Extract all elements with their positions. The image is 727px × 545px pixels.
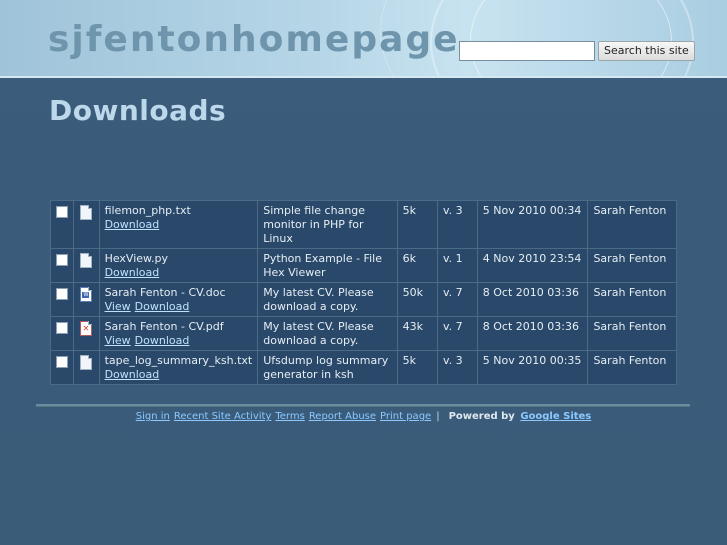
file-select-checkbox[interactable] bbox=[56, 254, 69, 266]
file-date: 4 Nov 2010 23:54 bbox=[477, 249, 589, 283]
file-size: 6k bbox=[397, 249, 438, 283]
file-row: tape_log_summary_ksh.txt Download Ufsdump … bbox=[50, 351, 677, 385]
footer-link-report-abuse[interactable]: Report Abuse bbox=[309, 411, 376, 422]
file-row: ✕ Sarah Fenton - CV.pdf View Download My lat… bbox=[50, 317, 677, 351]
site-header: sjfentonhomepage Search this site bbox=[0, 0, 727, 78]
file-description: Python Example - File Hex Viewer bbox=[258, 249, 398, 283]
file-date: 8 Oct 2010 03:36 bbox=[477, 283, 589, 317]
file-download-link[interactable]: Download bbox=[105, 266, 160, 279]
file-name: Sarah Fenton - CV.doc bbox=[104, 286, 226, 299]
file-name-cell: tape_log_summary_ksh.txt Download bbox=[99, 351, 259, 385]
footer-link-print-page[interactable]: Print page bbox=[380, 411, 431, 422]
file-icon-cell: ✕ bbox=[74, 317, 100, 351]
file-icon-cell bbox=[74, 200, 100, 249]
file-name: filemon_php.txt bbox=[104, 204, 191, 217]
file-view-link[interactable]: View bbox=[105, 334, 131, 347]
file-name-cell: filemon_php.txt Download bbox=[99, 200, 259, 249]
header-decoration bbox=[470, 0, 672, 76]
file-author: Sarah Fenton bbox=[588, 317, 677, 351]
file-description: My latest CV. Please download a copy. bbox=[258, 283, 398, 317]
file-date: 5 Nov 2010 00:34 bbox=[477, 200, 589, 249]
file-author: Sarah Fenton bbox=[588, 200, 677, 249]
file-download-link[interactable]: Download bbox=[135, 300, 190, 313]
file-select-cell bbox=[50, 317, 75, 351]
file-size: 43k bbox=[397, 317, 438, 351]
site-footer: Sign in Recent Site Activity Terms Report A… bbox=[0, 411, 727, 422]
text-file-icon bbox=[80, 205, 93, 220]
file-description: Simple file change monitor in PHP for Li… bbox=[258, 200, 398, 249]
file-row: HexView.py Download Python Example - File … bbox=[50, 249, 677, 283]
file-size: 5k bbox=[397, 200, 438, 249]
search-button[interactable]: Search this site bbox=[598, 41, 695, 61]
word-document-icon: W bbox=[80, 287, 93, 302]
powered-by-label: Powered by bbox=[448, 411, 515, 422]
file-download-link[interactable]: Download bbox=[105, 218, 160, 231]
footer-link-sign-in[interactable]: Sign in bbox=[136, 411, 170, 422]
file-select-checkbox[interactable] bbox=[56, 206, 69, 218]
file-select-checkbox[interactable] bbox=[56, 288, 69, 300]
file-name-cell: HexView.py Download bbox=[99, 249, 259, 283]
pdf-document-icon: ✕ bbox=[80, 321, 93, 336]
text-file-icon bbox=[80, 355, 93, 370]
search-input[interactable] bbox=[459, 41, 595, 61]
file-version: v. 7 bbox=[438, 317, 478, 351]
footer-separator: | bbox=[436, 411, 440, 422]
file-select-cell bbox=[50, 283, 75, 317]
google-sites-link[interactable]: Google Sites bbox=[520, 411, 591, 422]
file-description: Ufsdump log summary generator in ksh bbox=[258, 351, 398, 385]
file-size: 5k bbox=[397, 351, 438, 385]
file-name-cell: Sarah Fenton - CV.pdf View Download bbox=[99, 317, 259, 351]
file-name-cell: Sarah Fenton - CV.doc View Download bbox=[99, 283, 259, 317]
file-version: v. 1 bbox=[438, 249, 478, 283]
file-version: v. 7 bbox=[438, 283, 478, 317]
file-select-checkbox[interactable] bbox=[56, 356, 69, 368]
file-view-link[interactable]: View bbox=[105, 300, 131, 313]
powered-by: Powered by Google Sites bbox=[449, 411, 594, 422]
file-download-link[interactable]: Download bbox=[135, 334, 190, 347]
file-name: Sarah Fenton - CV.pdf bbox=[104, 320, 224, 333]
file-name: tape_log_summary_ksh.txt bbox=[104, 354, 253, 367]
page-title: Downloads bbox=[49, 94, 227, 127]
file-icon-cell: W bbox=[74, 283, 100, 317]
file-name: HexView.py bbox=[104, 252, 169, 265]
file-author: Sarah Fenton bbox=[588, 351, 677, 385]
footer-divider bbox=[36, 404, 690, 407]
file-size: 50k bbox=[397, 283, 438, 317]
file-version: v. 3 bbox=[438, 351, 478, 385]
file-version: v. 3 bbox=[438, 200, 478, 249]
file-row: W Sarah Fenton - CV.doc View Download My lat… bbox=[50, 283, 677, 317]
file-description: My latest CV. Please download a copy. bbox=[258, 317, 398, 351]
file-select-cell bbox=[50, 351, 75, 385]
file-select-checkbox[interactable] bbox=[56, 322, 69, 334]
footer-link-terms[interactable]: Terms bbox=[275, 411, 304, 422]
file-author: Sarah Fenton bbox=[588, 249, 677, 283]
site-title[interactable]: sjfentonhomepage bbox=[48, 17, 460, 63]
file-author: Sarah Fenton bbox=[588, 283, 677, 317]
file-row: filemon_php.txt Download Simple file chang… bbox=[50, 200, 677, 249]
footer-link-recent-site-activity[interactable]: Recent Site Activity bbox=[174, 411, 272, 422]
file-icon-cell bbox=[74, 249, 100, 283]
file-date: 8 Oct 2010 03:36 bbox=[477, 317, 589, 351]
file-select-cell bbox=[50, 200, 75, 249]
file-download-link[interactable]: Download bbox=[105, 368, 160, 381]
file-table: filemon_php.txt Download Simple file chang… bbox=[50, 200, 677, 385]
text-file-icon bbox=[80, 253, 93, 268]
file-date: 5 Nov 2010 00:35 bbox=[477, 351, 589, 385]
file-icon-cell bbox=[74, 351, 100, 385]
file-select-cell bbox=[50, 249, 75, 283]
